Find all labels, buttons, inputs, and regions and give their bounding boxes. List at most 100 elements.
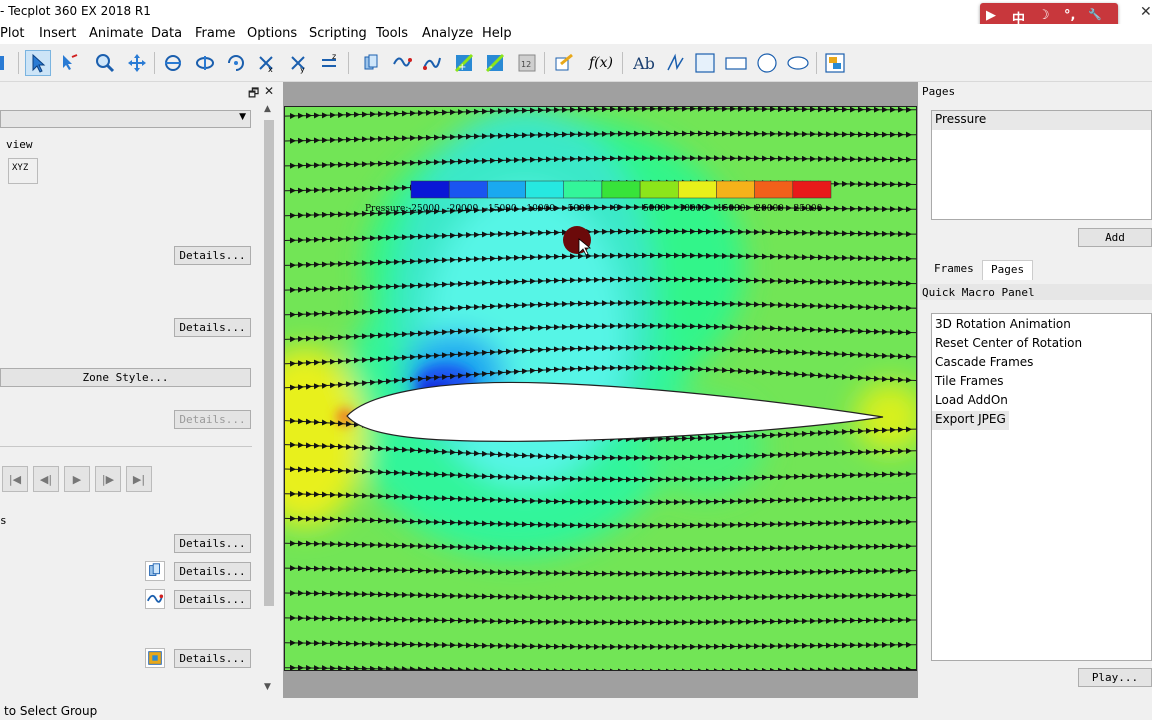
play-macro-button[interactable]: Play... [1078, 668, 1152, 687]
plot-workspace: Pressure: -25000 -20000 -15000 -10000 -5000 0 5… [283, 82, 918, 698]
toolbar-separator [544, 52, 545, 74]
window-close-button[interactable]: ✕ [1140, 4, 1152, 20]
details-button[interactable]: Details... [174, 318, 251, 337]
details-button[interactable]: Details... [174, 246, 251, 265]
probe-icon[interactable] [551, 50, 577, 76]
details-button[interactable]: Details... [174, 649, 251, 668]
ime-tool-icon[interactable]: 🔧 [1088, 8, 1102, 21]
rotate-y-icon[interactable]: y [285, 50, 311, 76]
numbered-icon[interactable]: 12 [514, 50, 540, 76]
legend-swatch [563, 180, 603, 199]
toolbar: x y z + - 12 f(x) Ab [0, 44, 1152, 82]
legend-tick-label: 5000 [643, 204, 666, 214]
ime-punct-icon[interactable]: °, [1064, 8, 1075, 23]
legend-tick-label: 15000 [717, 204, 746, 214]
contour-plot[interactable]: Pressure: -25000 -20000 -15000 -10000 -5000 0 5… [285, 107, 917, 671]
macro-list[interactable]: 3D Rotation Animation Reset Center of Ro… [931, 313, 1152, 661]
pages-panel-title: Pages [922, 85, 956, 98]
sidebar-float-button[interactable]: 🗗 [248, 84, 259, 105]
window-title: - Tecplot 360 EX 2018 R1 [0, 4, 151, 18]
list-item[interactable]: Load AddOn [932, 392, 1151, 411]
anim-step-back-button[interactable]: ◀| [33, 466, 59, 492]
details-button[interactable]: Details... [174, 562, 251, 581]
contour-add-icon[interactable]: + [451, 50, 477, 76]
streamtrace-icon[interactable] [145, 589, 165, 609]
pages-list[interactable]: Pressure [931, 110, 1152, 220]
contour-remove-icon[interactable]: - [482, 50, 508, 76]
list-item[interactable]: Cascade Frames [932, 354, 1151, 373]
svg-text:x: x [268, 65, 273, 74]
list-item[interactable]: Pressure [932, 111, 1151, 130]
details-button[interactable]: Details... [174, 590, 251, 609]
slice-icon[interactable] [145, 561, 165, 581]
menu-data[interactable]: Data [151, 26, 182, 41]
fx-icon[interactable]: f(x) [588, 50, 614, 76]
plot-type-dropdown[interactable]: ▼ [0, 110, 251, 128]
sidebar-scrollbar[interactable]: ▲ ▼ [262, 102, 276, 694]
rotate-x-icon[interactable]: x [253, 50, 279, 76]
tab-frames[interactable]: Frames [926, 260, 982, 280]
legend-tick-label: -5000 [565, 204, 591, 214]
legend-swatch [487, 180, 526, 199]
legend-tick-label: 10000 [678, 204, 707, 214]
menu-help[interactable]: Help [482, 26, 512, 41]
iso-surface-icon[interactable] [145, 648, 165, 668]
adjustor-icon[interactable] [56, 50, 82, 76]
anim-last-button[interactable]: ▶| [126, 466, 152, 492]
list-item-selected[interactable]: Export JPEG [932, 411, 1009, 430]
frame-icon[interactable] [822, 50, 848, 76]
menu-tools[interactable]: Tools [376, 26, 408, 41]
scroll-down-icon[interactable]: ▼ [264, 682, 271, 692]
polyline-icon[interactable] [662, 50, 688, 76]
slice-icon[interactable] [358, 50, 384, 76]
legend-tick-label: -20000 [447, 204, 479, 214]
rotate-z-icon[interactable]: z [316, 50, 342, 76]
streamtrace-rake-icon[interactable] [419, 50, 445, 76]
partial-tool-icon[interactable] [0, 50, 12, 76]
anim-step-forward-button[interactable]: |▶ [95, 466, 121, 492]
streamtrace-icon[interactable] [389, 50, 415, 76]
text-icon[interactable]: Ab [631, 50, 657, 76]
menu-insert[interactable]: Insert [39, 26, 76, 41]
zone-style-button[interactable]: Zone Style... [0, 368, 251, 387]
details-button[interactable]: Details... [174, 534, 251, 553]
tab-pages[interactable]: Pages [982, 260, 1034, 280]
list-item[interactable]: Tile Frames [932, 373, 1151, 392]
rotate-icon[interactable] [160, 50, 186, 76]
circle-icon[interactable] [754, 50, 780, 76]
toolbar-separator [816, 52, 817, 74]
scroll-up-icon[interactable]: ▲ [264, 104, 271, 114]
plot-frame[interactable]: Pressure: -25000 -20000 -15000 -10000 -5000 0 5… [284, 106, 917, 671]
menu-analyze[interactable]: Analyze [422, 26, 473, 41]
anim-first-button[interactable]: |◀ [2, 466, 28, 492]
list-item[interactable]: Reset Center of Rotation [932, 335, 1151, 354]
menu-frame[interactable]: Frame [195, 26, 236, 41]
menu-animate[interactable]: Animate [89, 26, 143, 41]
legend-swatch [410, 180, 450, 199]
square-icon[interactable] [692, 50, 718, 76]
menu-scripting[interactable]: Scripting [309, 26, 367, 41]
translate-icon[interactable] [124, 50, 150, 76]
legend-tick-label: -25000 [408, 204, 440, 214]
ime-moon-icon[interactable]: ☽ [1038, 8, 1050, 23]
menu-options[interactable]: Options [247, 26, 297, 41]
menu-plot[interactable]: Plot [0, 26, 25, 41]
zoom-icon[interactable] [92, 50, 118, 76]
legend-tick-label: -10000 [523, 204, 555, 214]
list-item[interactable]: 3D Rotation Animation [932, 316, 1151, 335]
status-bar: to Select Group [0, 702, 1152, 720]
scroll-thumb[interactable] [264, 120, 274, 606]
rotate-roller-icon[interactable] [223, 50, 249, 76]
axis-xyz-icon[interactable]: XYZ [8, 158, 38, 184]
add-page-button[interactable]: Add [1078, 228, 1152, 247]
legend-swatch [792, 180, 832, 199]
sidebar-close-button[interactable]: ✕ [264, 84, 274, 98]
rotate-spherical-icon[interactable] [192, 50, 218, 76]
toolbar-separator [154, 52, 155, 74]
legend-tick-label: -15000 [485, 204, 517, 214]
anim-play-button[interactable]: ▶ [64, 466, 90, 492]
ellipse-icon[interactable] [785, 50, 811, 76]
sidebar-separator [0, 446, 252, 447]
select-arrow-icon[interactable] [25, 50, 51, 76]
rectangle-icon[interactable] [723, 50, 749, 76]
